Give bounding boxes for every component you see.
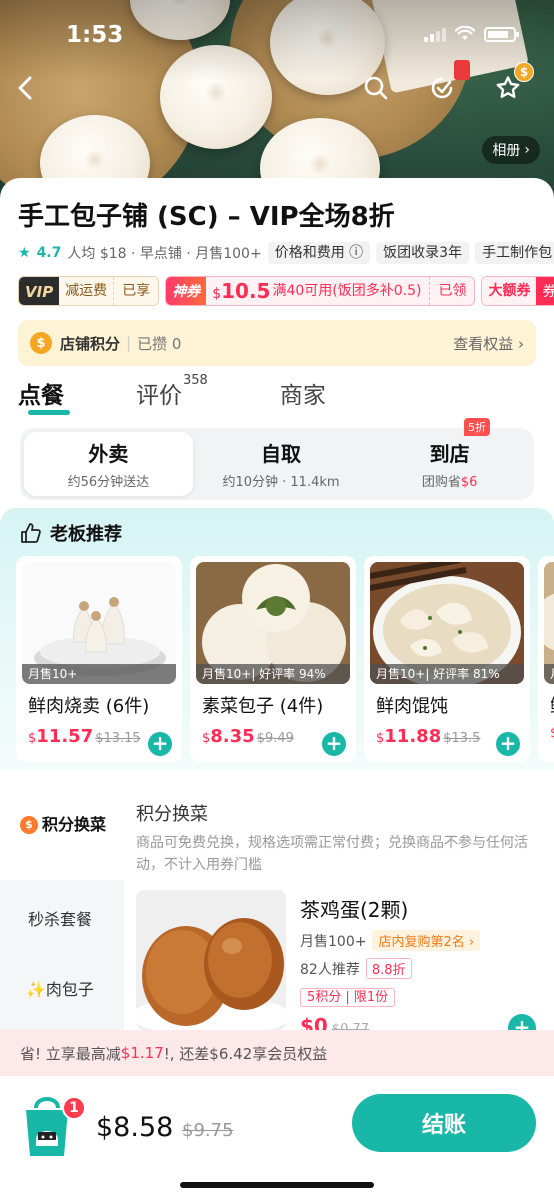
store-chip: 饭团收录3年 xyxy=(376,242,470,264)
share-icon xyxy=(431,77,453,99)
coupon-amount: $10.5 xyxy=(212,279,271,303)
dish-price: $ xyxy=(550,726,554,741)
star-icon: ★ xyxy=(18,245,31,261)
dish-price: $8.35 $9.49 xyxy=(202,726,294,747)
battery-icon xyxy=(484,26,519,42)
dish-name: 茶鸡蛋(2颗) xyxy=(300,898,409,922)
add-to-cart-button[interactable]: + xyxy=(496,732,520,756)
coin-icon: $ xyxy=(20,816,38,834)
category-title: 积分换菜 xyxy=(136,804,208,825)
share-button[interactable] xyxy=(424,70,460,106)
recommend-carousel[interactable]: 月售10+ 鲜肉烧卖 (6件) $11.57 $13.15 + 月售10+| 好评… xyxy=(16,556,554,762)
dish-sales: 月 xyxy=(544,664,554,684)
vip-text: 减运费 xyxy=(59,277,114,305)
add-to-cart-button[interactable]: + xyxy=(322,732,346,756)
points-value: 已攒 0 xyxy=(137,334,182,353)
thumbs-up-icon xyxy=(21,523,41,543)
savings-banner[interactable]: 省! 立享最高减 $1.17!, 还差$6.42享会员权益 xyxy=(0,1030,554,1076)
status-icons xyxy=(424,26,519,42)
cart-total: $8.58 xyxy=(96,1112,174,1143)
vip-state: 已享 xyxy=(113,277,159,305)
tab-reviews[interactable]: 评价358 xyxy=(136,373,208,410)
dish-price: $11.57 $13.15 xyxy=(28,726,141,747)
wifi-icon xyxy=(455,26,475,40)
dish-name: 鲜肉烧卖 (6件) xyxy=(28,696,150,717)
discount-badge: 5折 xyxy=(464,418,491,436)
mode-pickup[interactable]: 自取 约10分钟 · 11.4km xyxy=(197,428,366,500)
home-indicator[interactable] xyxy=(180,1182,374,1188)
coupon-card[interactable]: 神券 $10.5 满40可用(饭团多补0.5) 已领 xyxy=(165,276,476,306)
dish-image[interactable] xyxy=(136,890,286,1030)
coupon-tag: 神券 xyxy=(166,277,207,305)
price-fee-chip[interactable]: 价格和费用 ⓘ xyxy=(267,242,371,264)
signal-icon xyxy=(424,26,446,42)
store-rating: 4.7 xyxy=(36,245,62,261)
add-to-cart-button[interactable]: + xyxy=(148,732,172,756)
fulfillment-mode-switch: 外卖 约56分钟送达 自取 约10分钟 · 11.4km 5折 到店 团购省$6 xyxy=(20,418,534,500)
dish-name: 素菜包子 (4件) xyxy=(202,696,324,717)
sparkle-icon: ✨ xyxy=(26,980,46,999)
vip-tag: VIP xyxy=(19,277,60,305)
tab-order[interactable]: 点餐 xyxy=(18,376,64,410)
promo-row: VIP 减运费 已享 神券 $10.5 满40可用(饭团多补0.5) 已领 大额… xyxy=(18,276,554,306)
checkout-button[interactable]: 结账 xyxy=(352,1094,536,1152)
cart-original-total: $9.75 xyxy=(182,1120,234,1141)
search-icon xyxy=(364,76,388,100)
sidebar-item-meat-bun[interactable]: ✨肉包子 xyxy=(0,976,124,1000)
store-points-bar[interactable]: $ 店铺积分 | 已攒 0 查看权益 › xyxy=(18,320,536,366)
coupon-state: 已领 xyxy=(429,277,474,305)
big-coupon-card[interactable]: 大额券 券 xyxy=(481,276,554,306)
chevron-left-icon xyxy=(18,76,32,100)
store-meta-row: ★ 4.7 人均 $18 · 早点铺 · 月售100+ 价格和费用 ⓘ 饭团收录… xyxy=(18,242,554,264)
mode-dine-in[interactable]: 5折 到店 团购省$6 xyxy=(365,418,534,500)
dish-name: 鲜 xyxy=(550,692,554,718)
album-button[interactable]: 相册 › xyxy=(482,136,540,164)
vip-promo-card[interactable]: VIP 减运费 已享 xyxy=(18,276,160,306)
category-description: 商品可免费兑换，规格选项需正常付费；兑换商品不参与任何活动，不计入用券门槛 xyxy=(136,835,528,873)
recommend-card[interactable]: 月售10+ 鲜肉烧卖 (6件) $11.57 $13.15 + xyxy=(16,556,182,762)
store-meta: 人均 $18 · 早点铺 · 月售100+ xyxy=(67,246,262,262)
coupon-desc: 满40可用(饭团多补0.5) xyxy=(272,283,422,299)
cart-count-badge: 1 xyxy=(62,1096,86,1120)
status-time: 1:53 xyxy=(66,22,124,48)
rank-tag[interactable]: 店内复购第2名 › xyxy=(372,930,481,951)
big-coupon-tag-2: 券 xyxy=(536,277,554,305)
search-button[interactable] xyxy=(358,70,394,106)
store-tabs: 点餐 评价358 商家 xyxy=(18,373,326,410)
recommend-card[interactable]: 月售10+| 好评率 94% 素菜包子 (4件) $8.35 $9.49 + xyxy=(190,556,356,762)
coin-badge-icon: $ xyxy=(514,62,534,82)
dish-stats: 月售100+ 店内复购第2名 › xyxy=(300,930,481,951)
coin-icon: $ xyxy=(30,332,52,354)
discount-tag: 8.8折 xyxy=(365,958,412,979)
dish-sales: 月售10+| 好评率 94% xyxy=(196,664,350,684)
back-button[interactable] xyxy=(8,70,44,106)
dish-name: 鲜肉馄饨 xyxy=(376,696,448,717)
tab-merchant[interactable]: 商家 xyxy=(280,376,326,410)
dish-price: $11.88 $13.5 xyxy=(376,726,481,747)
points-label: 店铺积分 xyxy=(60,334,121,353)
big-coupon-tag: 大额券 xyxy=(482,277,537,305)
store-chip: 手工制作包 xyxy=(475,242,554,264)
dish-recommend: 82人推荐 8.8折 xyxy=(300,958,412,979)
recommend-card[interactable]: 月售10+| 好评率 81% 鲜肉馄饨 $11.88 $13.5 + xyxy=(364,556,530,762)
store-name: 手工包子铺 (SC) – VIP全场8折 xyxy=(18,202,395,232)
dish-sales: 月售10+| 好评率 81% xyxy=(370,664,524,684)
sidebar-item-points-exchange[interactable]: $ 积分换菜 xyxy=(0,806,124,880)
recommend-card[interactable]: 月 鲜 $ xyxy=(538,556,554,762)
album-label: 相册 xyxy=(492,143,521,159)
dish-sales: 月售10+ xyxy=(22,664,176,684)
recommend-title: 老板推荐 xyxy=(20,520,122,546)
view-benefits-link[interactable]: 查看权益 › xyxy=(453,333,524,354)
sidebar-background xyxy=(0,880,124,1040)
tab-active-indicator xyxy=(28,410,70,415)
chevron-right-icon: › xyxy=(524,142,530,158)
review-count: 358 xyxy=(183,373,208,389)
points-limit-tag: 5积分 | 限1份 xyxy=(300,988,396,1007)
sidebar-item-flash-sale[interactable]: 秒杀套餐 xyxy=(0,906,124,930)
mode-delivery[interactable]: 外卖 约56分钟送达 xyxy=(24,432,193,496)
